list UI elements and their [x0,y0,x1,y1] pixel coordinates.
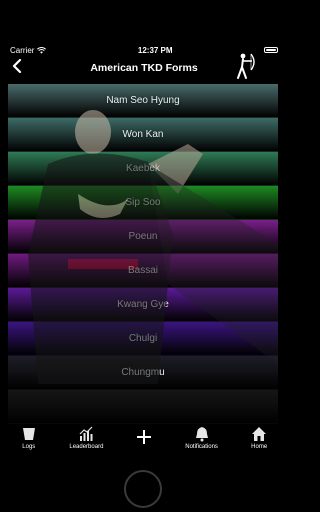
form-item[interactable]: Kaebek [8,152,278,186]
chevron-left-icon [12,58,22,74]
tab-logs[interactable]: Logs [2,426,56,450]
form-item-label: Poeun [128,231,158,242]
carrier-label: Carrier [10,45,35,55]
tab-label: Notifications [185,444,218,450]
tab-label: Logs [22,444,36,450]
tab-label: Home [251,444,268,450]
home-button[interactable] [124,470,162,508]
page-title: American TKD Forms [90,62,198,74]
clock: 12:37 PM [137,45,173,55]
house-icon [252,427,267,441]
form-item-label: Kaebek [126,163,160,174]
bar-chart-icon [79,426,93,441]
form-item[interactable]: Poeun [8,220,278,254]
form-item[interactable]: Nam Seo Hyung [8,84,278,118]
form-item-label: Kwang Gye [117,299,169,310]
tab-add[interactable] [117,426,171,447]
form-item[interactable]: Kwang Gye [8,288,278,322]
archer-icon[interactable] [232,52,258,80]
form-item-label: Nam Seo Hyung [106,95,180,106]
carrier-group: Carrier [10,45,47,55]
battery-icon [263,47,278,53]
form-item-label: Won Kan [122,129,164,140]
form-item[interactable]: Chulgi [8,322,278,356]
plus-icon [136,430,151,444]
tab-leaderboard[interactable]: Leaderboard [59,426,113,450]
form-item-label: Sip Soo [125,197,161,208]
form-item[interactable]: Bassai [8,254,278,288]
form-item[interactable]: Sip Soo [8,186,278,220]
tab-home[interactable]: Home [232,426,286,450]
form-item[interactable]: Won Kan [8,118,278,152]
form-item-label: Bassai [127,265,158,276]
tab-notifications[interactable]: Notifications [175,426,229,450]
form-item[interactable]: Chungmu [8,356,278,390]
tab-label: Leaderboard [69,444,104,450]
form-item-label: Chungmu [121,367,165,378]
form-item-label: Chulgi [128,333,158,344]
navigation-bar: American TKD Forms [0,53,288,79]
wifi-icon [37,46,47,54]
forms-list[interactable]: Nam Seo Hyung Won Kan Kaebek Sip Soo Poeun Ba… [8,84,278,424]
cup-icon [22,428,35,440]
battery-group [263,47,278,53]
back-button[interactable] [12,58,22,78]
tab-bar: Logs Leaderboard Notifications Home [0,426,288,460]
form-item[interactable] [8,390,278,424]
bell-icon [195,427,208,442]
